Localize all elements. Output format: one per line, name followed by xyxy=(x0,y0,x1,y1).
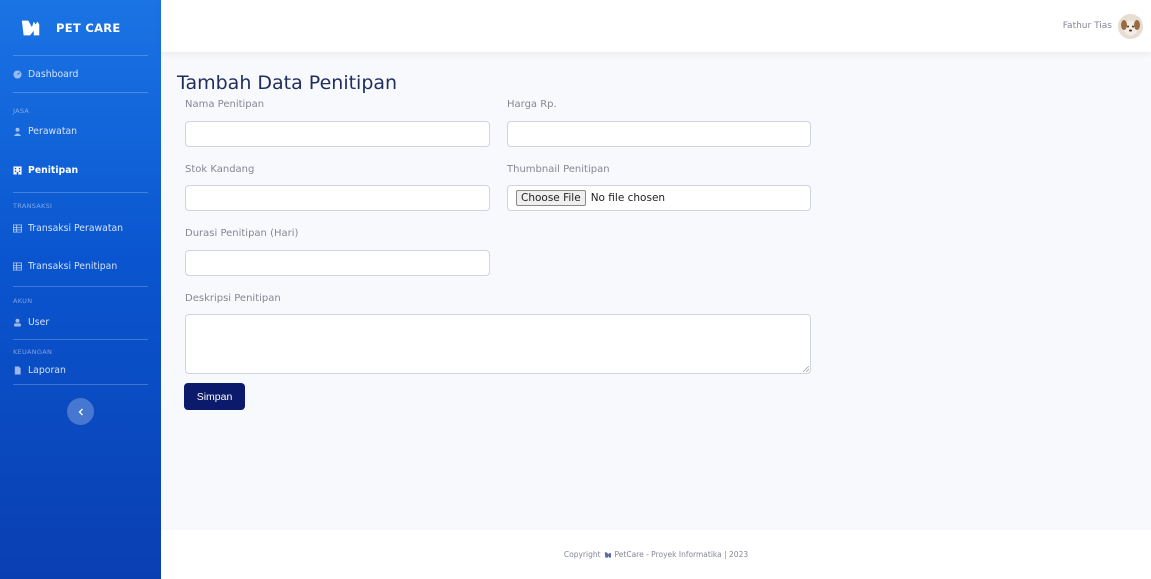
simpan-button[interactable]: Simpan xyxy=(184,383,245,410)
footer-prefix: Copyright xyxy=(563,550,601,559)
sidebar-item-dashboard[interactable]: Dashboard xyxy=(0,56,161,92)
user-icon xyxy=(14,318,21,327)
file-icon xyxy=(14,365,21,375)
sidebar-item-laporan[interactable]: Laporan xyxy=(0,356,161,384)
brand-link[interactable]: PET CARE xyxy=(0,0,161,55)
sidebar-heading-keuangan: KEUANGAN xyxy=(13,348,53,356)
sidebar-item-label: Penitipan xyxy=(28,164,79,176)
sidebar-heading-akun: AKUN xyxy=(13,297,33,305)
deskripsi-textarea[interactable] xyxy=(185,314,811,374)
sidebar-divider xyxy=(13,384,148,385)
sidebar-item-transaksi-penitipan[interactable]: Transaksi Penitipan xyxy=(0,246,161,286)
dog-avatar-icon xyxy=(1118,13,1143,39)
sidebar-item-label: Laporan xyxy=(28,364,66,376)
hotel-icon xyxy=(13,165,22,175)
stok-kandang-label: Stok Kandang xyxy=(185,164,255,175)
sidebar: PET CARE Dashboard JASA Perawatan Peniti… xyxy=(0,0,161,579)
thumbnail-label: Thumbnail Penitipan xyxy=(507,164,610,175)
topbar: Fathur Tias xyxy=(161,0,1151,52)
sidebar-item-label: Transaksi Perawatan xyxy=(28,222,124,234)
footer-text: PetCare - Proyek Informatika | 2023 xyxy=(614,550,749,559)
cat-logo-icon xyxy=(21,20,40,35)
sidebar-item-penitipan[interactable]: Penitipan xyxy=(0,148,161,192)
footer: Copyright PetCare - Proyek Informatika |… xyxy=(161,530,1151,579)
durasi-input[interactable] xyxy=(185,250,490,276)
sidebar-item-label: Transaksi Penitipan xyxy=(28,260,118,272)
sidebar-toggle-button[interactable] xyxy=(67,398,94,425)
choose-file-button[interactable]: Choose File xyxy=(516,190,586,206)
table-icon xyxy=(13,261,22,271)
avatar[interactable] xyxy=(1118,13,1143,39)
cat-logo-icon xyxy=(604,551,611,558)
sidebar-heading-jasa: JASA xyxy=(13,107,30,115)
sidebar-item-label: Dashboard xyxy=(28,68,79,80)
deskripsi-label: Deskripsi Penitipan xyxy=(185,293,281,304)
sidebar-item-user[interactable]: User xyxy=(0,305,161,339)
file-status-text: No file chosen xyxy=(590,192,666,204)
thumbnail-file-input[interactable]: Choose File No file chosen xyxy=(507,185,811,211)
user-name[interactable]: Fathur Tias xyxy=(1063,21,1112,31)
brand-name: PET CARE xyxy=(56,20,121,35)
sidebar-item-label: Perawatan xyxy=(28,126,78,137)
resize-grip-icon[interactable] xyxy=(803,366,809,372)
page-title: Tambah Data Penitipan xyxy=(177,72,398,94)
sidebar-item-transaksi-perawatan[interactable]: Transaksi Perawatan xyxy=(0,210,161,246)
sidebar-item-perawatan[interactable]: Perawatan xyxy=(0,115,161,148)
chevron-left-icon xyxy=(78,408,83,415)
durasi-label: Durasi Penitipan (Hari) xyxy=(185,228,299,239)
nama-penitipan-input[interactable] xyxy=(185,121,490,147)
table-icon xyxy=(13,223,22,233)
harga-label: Harga Rp. xyxy=(507,99,557,110)
sidebar-heading-transaksi: TRANSAKSI xyxy=(13,202,53,210)
stok-kandang-input[interactable] xyxy=(185,185,490,211)
dashboard-icon xyxy=(13,69,22,79)
harga-input[interactable] xyxy=(507,121,811,147)
sidebar-item-label: User xyxy=(28,316,50,328)
user-tie-icon xyxy=(13,127,22,136)
nama-penitipan-label: Nama Penitipan xyxy=(185,99,265,110)
